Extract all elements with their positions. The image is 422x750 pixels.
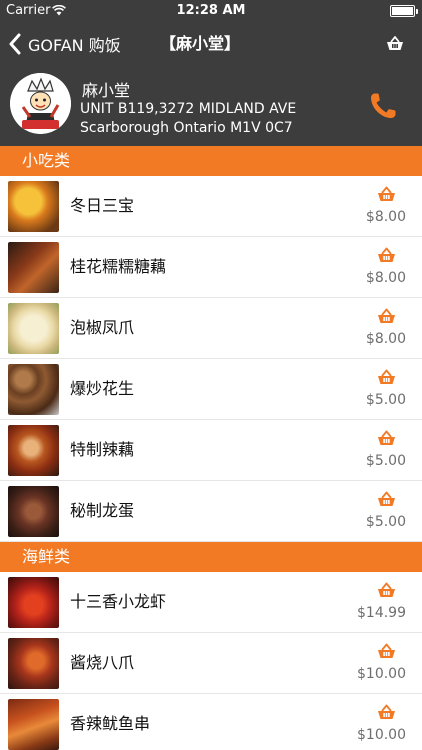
item-name: 酱烧八爪 <box>70 653 135 672</box>
category-header-seafood: 海鲜类 <box>0 542 422 572</box>
restaurant-address-line2: Scarborough Ontario M1V 0C7 <box>80 120 293 136</box>
navigation-bar: GOFAN 购饭 【麻小堂】 <box>0 22 422 66</box>
food-photo <box>8 364 59 415</box>
item-price: $10.00 <box>357 666 406 682</box>
food-photo <box>8 303 59 354</box>
item-name: 桂花糯糯糖藕 <box>70 257 167 276</box>
menu-item[interactable]: 香辣鱿鱼串 $10.00 <box>0 694 422 750</box>
menu-item[interactable]: 十三香小龙虾 $14.99 <box>0 572 422 633</box>
back-button[interactable]: GOFAN 购饭 <box>8 22 121 66</box>
add-to-cart-basket-icon[interactable] <box>377 704 396 720</box>
item-price: $5.00 <box>365 392 406 408</box>
menu-item[interactable]: 秘制龙蛋 $5.00 <box>0 481 422 542</box>
food-photo <box>8 242 59 293</box>
item-price: $8.00 <box>365 331 406 347</box>
battery-icon <box>390 5 418 17</box>
item-name: 爆炒花生 <box>70 379 135 398</box>
food-photo <box>8 425 59 476</box>
add-to-cart-basket-icon[interactable] <box>377 186 396 202</box>
item-price: $8.00 <box>365 209 406 225</box>
item-price: $8.00 <box>365 270 406 286</box>
add-to-cart-basket-icon[interactable] <box>377 582 396 598</box>
restaurant-address-line1: UNIT B119,3272 MIDLAND AVE <box>80 101 297 117</box>
add-to-cart-basket-icon[interactable] <box>377 308 396 324</box>
menu-item[interactable]: 爆炒花生 $5.00 <box>0 359 422 420</box>
back-label: GOFAN 购饭 <box>28 36 121 55</box>
add-to-cart-basket-icon[interactable] <box>377 430 396 446</box>
food-photo <box>8 486 59 537</box>
item-name: 泡椒凤爪 <box>70 318 135 337</box>
item-name: 特制辣藕 <box>70 440 135 459</box>
food-photo <box>8 699 59 750</box>
item-name: 十三香小龙虾 <box>70 592 167 611</box>
add-to-cart-basket-icon[interactable] <box>377 247 396 263</box>
chef-mascot-icon <box>10 73 71 134</box>
page-title: 【麻小堂】 <box>160 34 241 53</box>
menu-item[interactable]: 桂花糯糯糖藕 $8.00 <box>0 237 422 298</box>
status-bar: Carrier 12:28 AM <box>0 0 422 22</box>
status-time: 12:28 AM <box>176 3 246 18</box>
add-to-cart-basket-icon[interactable] <box>377 643 396 659</box>
item-price: $10.00 <box>357 727 406 743</box>
food-photo <box>8 638 59 689</box>
menu-item[interactable]: 冬日三宝 $8.00 <box>0 176 422 237</box>
add-to-cart-basket-icon[interactable] <box>377 369 396 385</box>
food-photo <box>8 577 59 628</box>
item-name: 冬日三宝 <box>70 196 135 215</box>
item-name: 秘制龙蛋 <box>70 501 135 520</box>
menu-item[interactable]: 泡椒凤爪 $8.00 <box>0 298 422 359</box>
item-name: 香辣鱿鱼串 <box>70 714 151 733</box>
menu-item[interactable]: 特制辣藕 $5.00 <box>0 420 422 481</box>
food-photo <box>8 181 59 232</box>
item-price: $5.00 <box>365 514 406 530</box>
cart-basket-icon[interactable] <box>386 35 404 51</box>
restaurant-logo <box>10 73 71 134</box>
menu-item[interactable]: 酱烧八爪 $10.00 <box>0 633 422 694</box>
phone-icon[interactable] <box>368 91 398 121</box>
item-price: $5.00 <box>365 453 406 469</box>
item-price: $14.99 <box>357 605 406 621</box>
add-to-cart-basket-icon[interactable] <box>377 491 396 507</box>
restaurant-header: 麻小堂 UNIT B119,3272 MIDLAND AVE Scarborou… <box>0 66 422 146</box>
restaurant-name: 麻小堂 <box>82 81 131 100</box>
category-header-snacks: 小吃类 <box>0 146 422 176</box>
chevron-left-icon <box>9 33 21 55</box>
